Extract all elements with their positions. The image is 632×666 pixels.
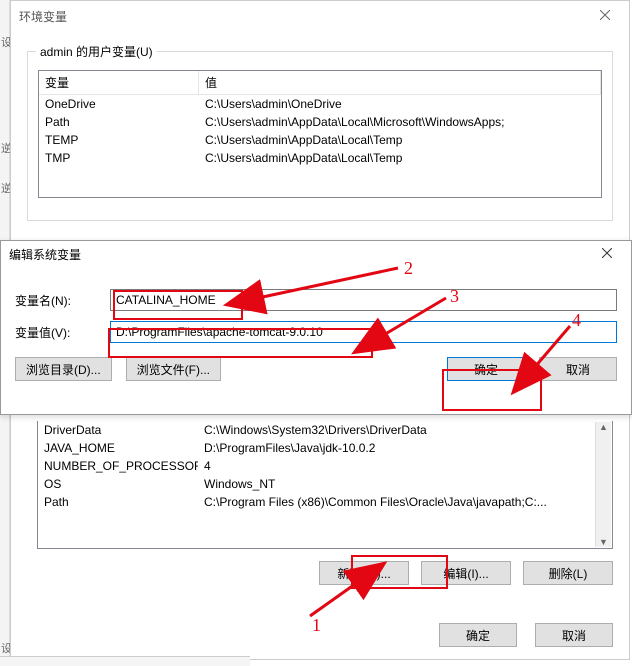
cell-val: C:\Program Files (x86)\Common Files\Orac… (198, 493, 612, 511)
table-row[interactable]: Path C:\Users\admin\AppData\Local\Micros… (39, 113, 601, 131)
table-row[interactable]: OS Windows_NT (38, 475, 612, 493)
user-variables-groupbox: admin 的用户变量(U) 变量 值 OneDrive C:\Users\ad… (27, 51, 613, 221)
system-new-button[interactable]: 新建(W)... (319, 561, 409, 585)
env-cancel-button[interactable]: 取消 (535, 623, 613, 647)
cell-val: 4 (198, 457, 612, 475)
cell-var: TEMP (39, 131, 199, 149)
table-row[interactable]: TEMP C:\Users\admin\AppData\Local\Temp (39, 131, 601, 149)
variable-value-row: 变量值(V): (15, 321, 617, 343)
env-window-titlebar: 环境变量 (11, 1, 629, 31)
env-ok-button[interactable]: 确定 (439, 623, 517, 647)
cell-var: OneDrive (39, 95, 199, 113)
table-row[interactable]: JAVA_HOME D:\ProgramFiles\Java\jdk-10.0.… (38, 439, 612, 457)
system-delete-button[interactable]: 删除(L) (523, 561, 613, 585)
cell-val: C:\Users\admin\AppData\Local\Temp (199, 131, 601, 149)
table-row[interactable]: TMP C:\Users\admin\AppData\Local\Temp (39, 149, 601, 167)
edit-system-variable-dialog: 编辑系统变量 变量名(N): 变量值(V): 浏览目录(D)... 浏览文件(F… (0, 240, 632, 415)
edit-dialog-title: 编辑系统变量 (9, 246, 81, 263)
cell-var: NUMBER_OF_PROCESSORS (38, 457, 198, 475)
cell-val: C:\Windows\System32\Drivers\DriverData (198, 421, 612, 439)
edit-cancel-button[interactable]: 取消 (539, 357, 617, 381)
cell-var: Path (38, 493, 198, 511)
system-variables-buttons: 新建(W)... 编辑(I)... 删除(L) (37, 561, 613, 585)
variable-value-input[interactable] (110, 321, 617, 343)
env-window-title: 环境变量 (19, 8, 67, 25)
variable-name-input[interactable] (110, 289, 617, 311)
user-variables-table[interactable]: 变量 值 OneDrive C:\Users\admin\OneDrive Pa… (38, 70, 602, 198)
cell-val: Windows_NT (198, 475, 612, 493)
scroll-up-icon[interactable]: ▲ (599, 422, 608, 432)
cell-var: JAVA_HOME (38, 439, 198, 457)
close-icon (600, 10, 610, 20)
system-edit-button[interactable]: 编辑(I)... (421, 561, 511, 585)
cell-var: Path (39, 113, 199, 131)
table-row[interactable]: Path C:\Program Files (x86)\Common Files… (38, 493, 612, 511)
scroll-down-icon[interactable]: ▼ (599, 537, 608, 547)
header-value[interactable]: 值 (199, 71, 601, 94)
variable-value-label: 变量值(V): (15, 324, 110, 341)
cell-val: C:\Users\admin\AppData\Local\Temp (199, 149, 601, 167)
edit-dialog-titlebar: 编辑系统变量 (1, 241, 631, 267)
edit-dialog-close-button[interactable] (587, 241, 627, 265)
browse-file-button[interactable]: 浏览文件(F)... (126, 357, 221, 381)
header-variable[interactable]: 变量 (39, 71, 199, 94)
edit-dialog-buttons: 浏览目录(D)... 浏览文件(F)... 确定 取消 (15, 357, 617, 381)
variable-name-label: 变量名(N): (15, 292, 110, 309)
env-window-bottom-buttons: 确定 取消 (37, 623, 613, 647)
env-window-close-button[interactable] (585, 1, 625, 29)
user-groupbox-legend: admin 的用户变量(U) (36, 43, 157, 60)
close-icon (602, 248, 612, 258)
cell-val: D:\ProgramFiles\Java\jdk-10.0.2 (198, 439, 612, 457)
table-row[interactable]: DriverData C:\Windows\System32\Drivers\D… (38, 421, 612, 439)
browse-directory-button[interactable]: 浏览目录(D)... (15, 357, 112, 381)
cell-val: C:\Users\admin\OneDrive (199, 95, 601, 113)
variable-name-row: 变量名(N): (15, 289, 617, 311)
background-strip (0, 656, 250, 666)
table-row[interactable]: OneDrive C:\Users\admin\OneDrive (39, 95, 601, 113)
cell-var: DriverData (38, 421, 198, 439)
table-header: 变量 值 (39, 71, 601, 95)
edit-ok-button[interactable]: 确定 (447, 357, 525, 381)
cell-var: OS (38, 475, 198, 493)
cell-var: TMP (39, 149, 199, 167)
system-variables-table[interactable]: DriverData C:\Windows\System32\Drivers\D… (37, 421, 613, 549)
cell-val: C:\Users\admin\AppData\Local\Microsoft\W… (199, 113, 601, 131)
table-row[interactable]: NUMBER_OF_PROCESSORS 4 (38, 457, 612, 475)
scrollbar[interactable]: ▲ ▼ (595, 422, 611, 547)
